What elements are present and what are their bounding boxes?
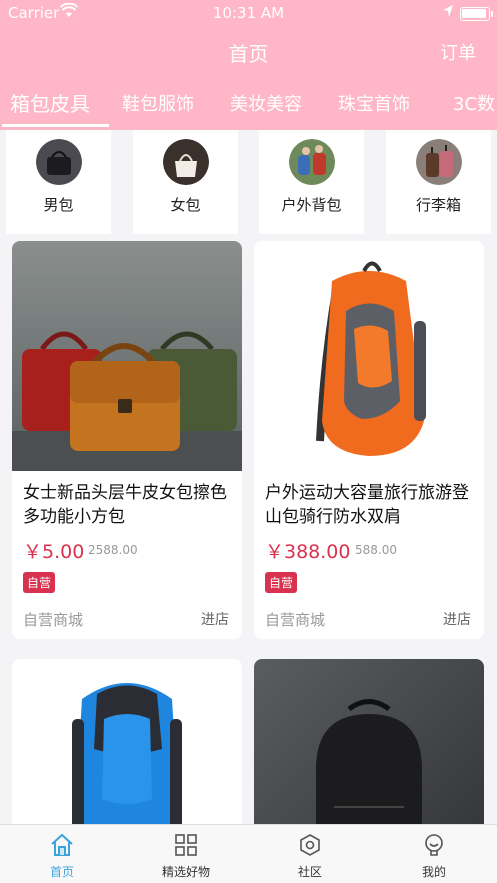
outdoor-backpack-thumb (289, 139, 335, 185)
tab-jewelry[interactable]: 珠宝首饰 (338, 90, 410, 116)
profile-icon (422, 833, 446, 857)
tab-3c[interactable]: 3C数 (453, 90, 495, 116)
tab-shoes-apparel[interactable]: 鞋包服饰 (122, 90, 194, 116)
product-image-orange-backpack (254, 241, 484, 471)
womens-bag-thumb (163, 139, 209, 185)
active-tab-indicator (2, 124, 109, 127)
product-card[interactable]: 女士新品头层牛皮女包擦色多功能小方包 ￥5.00 2588.00 自营 自营商城… (12, 241, 242, 639)
subcategory-womens-bag[interactable]: 女包 (133, 130, 238, 234)
luggage-thumb (416, 139, 462, 185)
page-title: 首页 (228, 42, 269, 66)
shop-name: 自营商城 (265, 611, 326, 629)
tab-me[interactable]: 我的 (372, 825, 496, 883)
subcategory-label: 户外背包 (281, 196, 342, 214)
tab-home[interactable]: 首页 (0, 825, 124, 883)
enter-shop-button[interactable]: 进店 (443, 609, 471, 629)
product-price: ￥388.00 (265, 541, 351, 563)
product-price: ￥5.00 (23, 541, 85, 563)
tab-label: 我的 (421, 865, 446, 879)
orders-button[interactable]: 订单 (440, 39, 476, 65)
tab-bags-leather[interactable]: 箱包皮具 (10, 88, 90, 117)
status-time: 10:31 AM (212, 4, 285, 22)
tab-beauty[interactable]: 美妆美容 (230, 90, 302, 116)
product-original-price: 588.00 (355, 543, 397, 557)
subcategory-outdoor-backpack[interactable]: 户外背包 (259, 130, 364, 234)
product-card[interactable]: 户外运动大容量旅行旅游登山包骑行防水双肩 ￥388.00 588.00 自营 自… (254, 241, 484, 639)
grid-icon (174, 833, 198, 857)
bottom-tab-bar: 首页 精选好物 社区 我的 (0, 824, 497, 883)
tab-community[interactable]: 社区 (248, 825, 372, 883)
subcategory-label: 男包 (43, 196, 74, 214)
status-bar: Carrier 10:31 AM (0, 0, 497, 26)
subcategory-mens-bag[interactable]: 男包 (6, 130, 111, 234)
tab-label: 精选好物 (161, 865, 210, 879)
community-icon (298, 833, 322, 857)
mens-bag-thumb (36, 139, 82, 185)
shop-name: 自营商城 (23, 611, 84, 629)
self-operated-badge: 自营 (265, 572, 298, 593)
product-title: 户外运动大容量旅行旅游登山包骑行防水双肩 (265, 483, 469, 527)
subcategory-row: 男包 女包 户外背包 行李箱 (0, 130, 497, 234)
subcategory-label: 女包 (170, 196, 201, 214)
tab-featured[interactable]: 精选好物 (124, 825, 248, 883)
subcategory-label: 行李箱 (415, 196, 461, 214)
subcategory-luggage[interactable]: 行李箱 (386, 130, 491, 234)
tab-label: 社区 (297, 865, 322, 879)
header: Carrier 10:31 AM 首页 订单 箱包皮具 鞋包服饰 美妆美容 珠宝… (0, 0, 497, 130)
product-original-price: 2588.00 (88, 543, 138, 557)
product-title: 女士新品头层牛皮女包擦色多功能小方包 (23, 483, 227, 527)
battery-icon (460, 7, 490, 21)
location-arrow-icon (442, 4, 454, 22)
product-image-leather-bags (12, 241, 242, 471)
category-tabs: 箱包皮具 鞋包服饰 美妆美容 珠宝首饰 3C数 (0, 78, 497, 128)
enter-shop-button[interactable]: 进店 (201, 609, 229, 629)
battery-tip-icon (491, 11, 493, 17)
tab-label: 首页 (49, 865, 74, 879)
self-operated-badge: 自营 (23, 572, 56, 593)
home-icon (50, 833, 74, 857)
